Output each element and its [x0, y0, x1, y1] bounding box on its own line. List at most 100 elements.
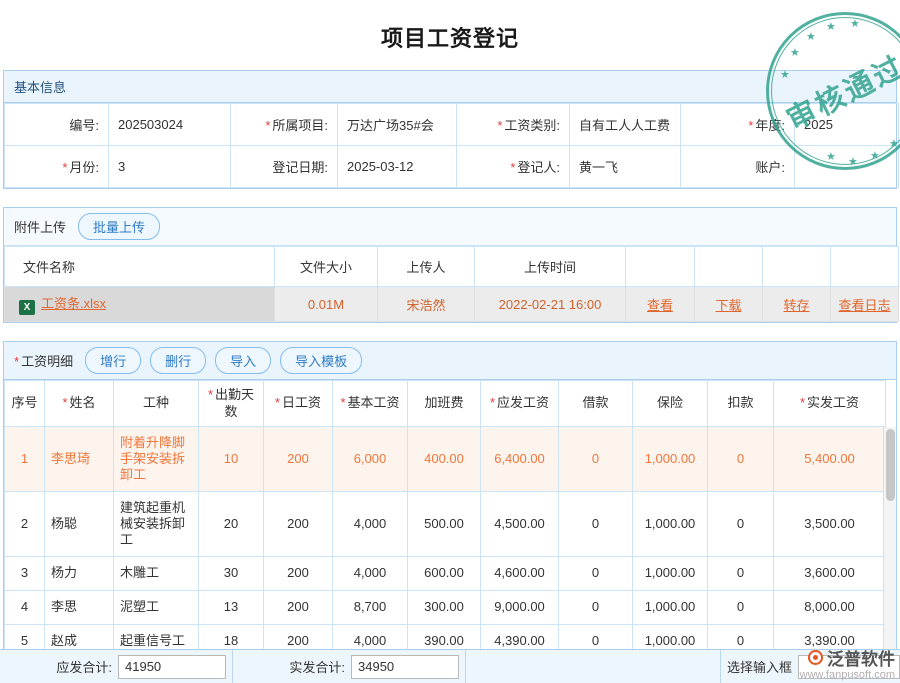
salary-toolbar: *工资明细 增行删行导入导入模板 [4, 342, 896, 380]
field-value-number[interactable]: 202503024 [109, 104, 231, 146]
required-asterisk: * [14, 354, 19, 369]
cell-net-salary[interactable]: 3,500.00 [774, 492, 886, 557]
cell-daily-wage[interactable]: 200 [264, 492, 333, 557]
cell-net-salary[interactable]: 5,400.00 [774, 427, 886, 492]
cell-daily-wage[interactable]: 200 [264, 557, 333, 591]
field-label-text: 工资类别: [504, 118, 560, 133]
cell-trade[interactable]: 木雕工 [114, 557, 199, 591]
salary-row[interactable]: 2杨聪建筑起重机械安装拆卸工202004,000500.004,500.0001… [5, 492, 886, 557]
watermark-brand: 泛普软件 [827, 645, 895, 670]
cell-deduction[interactable]: 0 [708, 492, 774, 557]
cell-overtime-pay[interactable]: 500.00 [408, 492, 481, 557]
cell-payable-salary[interactable]: 6,400.00 [481, 427, 559, 492]
cell-trade[interactable]: 附着升降脚手架安装拆卸工 [114, 427, 199, 492]
cell-loan[interactable]: 0 [559, 427, 633, 492]
cell-payable-salary[interactable]: 9,000.00 [481, 591, 559, 625]
attachments-col-header-empty [695, 247, 763, 287]
cell-payable-salary[interactable]: 4,500.00 [481, 492, 559, 557]
salary-col-label: 应发工资 [497, 395, 549, 410]
cell-insurance[interactable]: 1,000.00 [633, 492, 708, 557]
view-log-link[interactable]: 查看日志 [838, 298, 890, 313]
delete-row-button[interactable]: 删行 [150, 347, 206, 374]
cell-insurance[interactable]: 1,000.00 [633, 557, 708, 591]
cell-attendance-days[interactable]: 30 [199, 557, 264, 591]
field-value-registrant[interactable]: 黄一飞 [570, 146, 681, 188]
cell-overtime-pay[interactable]: 400.00 [408, 427, 481, 492]
cell-base-salary[interactable]: 6,000 [333, 427, 408, 492]
file-size: 0.01M [275, 287, 378, 322]
cell-seq[interactable]: 1 [5, 427, 45, 492]
field-label-number: 编号: [5, 104, 109, 146]
salary-row[interactable]: 1李思琦附着升降脚手架安装拆卸工102006,000400.006,400.00… [5, 427, 886, 492]
cell-attendance-days[interactable]: 13 [199, 591, 264, 625]
field-value-project[interactable]: 万达广场35#会 [338, 104, 457, 146]
cell-deduction[interactable]: 0 [708, 427, 774, 492]
paid-total-input[interactable] [351, 655, 459, 679]
scrollbar-thumb[interactable] [886, 429, 895, 501]
cell-attendance-days[interactable]: 10 [199, 427, 264, 492]
cell-seq[interactable]: 2 [5, 492, 45, 557]
cell-daily-wage[interactable]: 200 [264, 427, 333, 492]
salary-col-label: 借款 [582, 395, 608, 410]
attachments-table: 文件名称文件大小上传人上传时间 X工资条.xlsx0.01M宋浩然2022-02… [4, 246, 899, 322]
cell-base-salary[interactable]: 8,700 [333, 591, 408, 625]
required-asterisk: * [275, 395, 280, 410]
cell-seq[interactable]: 4 [5, 591, 45, 625]
cell-base-salary[interactable]: 4,000 [333, 492, 408, 557]
payable-total-input[interactable] [118, 655, 226, 679]
cell-deduction[interactable]: 0 [708, 591, 774, 625]
basic-info-row: *月份:3登记日期:2025-03-12*登记人:黄一飞账户: [5, 146, 899, 188]
cell-deduction[interactable]: 0 [708, 557, 774, 591]
basic-info-section: 基本信息 编号:202503024*所属项目:万达广场35#会*工资类别:自有工… [3, 70, 897, 189]
cell-trade[interactable]: 泥塑工 [114, 591, 199, 625]
cell-seq[interactable]: 3 [5, 557, 45, 591]
cell-net-salary[interactable]: 3,600.00 [774, 557, 886, 591]
salary-col-header-11: *实发工资 [774, 381, 886, 427]
transfer-link[interactable]: 转存 [783, 298, 809, 313]
add-row-button[interactable]: 增行 [85, 347, 141, 374]
cell-name[interactable]: 李思琦 [45, 427, 114, 492]
salary-row[interactable]: 3杨力木雕工302004,000600.004,600.0001,000.000… [5, 557, 886, 591]
cell-daily-wage[interactable]: 200 [264, 591, 333, 625]
cell-insurance[interactable]: 1,000.00 [633, 591, 708, 625]
download-link[interactable]: 下载 [715, 298, 741, 313]
required-asterisk: * [340, 395, 345, 410]
import-template-button[interactable]: 导入模板 [280, 347, 362, 374]
cell-attendance-days[interactable]: 20 [199, 492, 264, 557]
file-action-cell: 查看 [626, 287, 695, 322]
cell-name[interactable]: 李思 [45, 591, 114, 625]
cell-name[interactable]: 杨聪 [45, 492, 114, 557]
field-label-text: 编号: [69, 118, 99, 133]
field-label-year: *年度: [681, 104, 795, 146]
file-link[interactable]: 工资条.xlsx [41, 296, 106, 311]
salary-col-label: 序号 [11, 395, 37, 410]
cell-loan[interactable]: 0 [559, 557, 633, 591]
salary-col-label: 基本工资 [348, 395, 400, 410]
salary-row[interactable]: 4李思泥塑工132008,700300.009,000.0001,000.000… [5, 591, 886, 625]
import-button[interactable]: 导入 [215, 347, 271, 374]
attachments-section-title: 附件上传 [14, 217, 66, 236]
view-link[interactable]: 查看 [647, 298, 673, 313]
cell-net-salary[interactable]: 8,000.00 [774, 591, 886, 625]
field-value-salary-type[interactable]: 自有工人人工费 [570, 104, 681, 146]
field-value-month[interactable]: 3 [109, 146, 231, 188]
salary-col-label: 扣款 [727, 395, 753, 410]
salary-col-label: 日工资 [282, 395, 321, 410]
table-scrollbar[interactable] [883, 427, 896, 659]
batch-upload-button[interactable]: 批量上传 [78, 213, 160, 240]
cell-base-salary[interactable]: 4,000 [333, 557, 408, 591]
salary-body: 1李思琦附着升降脚手架安装拆卸工102006,000400.006,400.00… [5, 427, 886, 659]
cell-name[interactable]: 杨力 [45, 557, 114, 591]
field-value-account[interactable] [795, 146, 899, 188]
cell-payable-salary[interactable]: 4,600.00 [481, 557, 559, 591]
cell-overtime-pay[interactable]: 600.00 [408, 557, 481, 591]
cell-trade[interactable]: 建筑起重机械安装拆卸工 [114, 492, 199, 557]
file-action-cell: 查看日志 [831, 287, 899, 322]
cell-loan[interactable]: 0 [559, 492, 633, 557]
field-value-register-date[interactable]: 2025-03-12 [338, 146, 457, 188]
footer-spacer [466, 650, 721, 683]
cell-loan[interactable]: 0 [559, 591, 633, 625]
field-value-year[interactable]: 2025 [795, 104, 899, 146]
cell-insurance[interactable]: 1,000.00 [633, 427, 708, 492]
cell-overtime-pay[interactable]: 300.00 [408, 591, 481, 625]
